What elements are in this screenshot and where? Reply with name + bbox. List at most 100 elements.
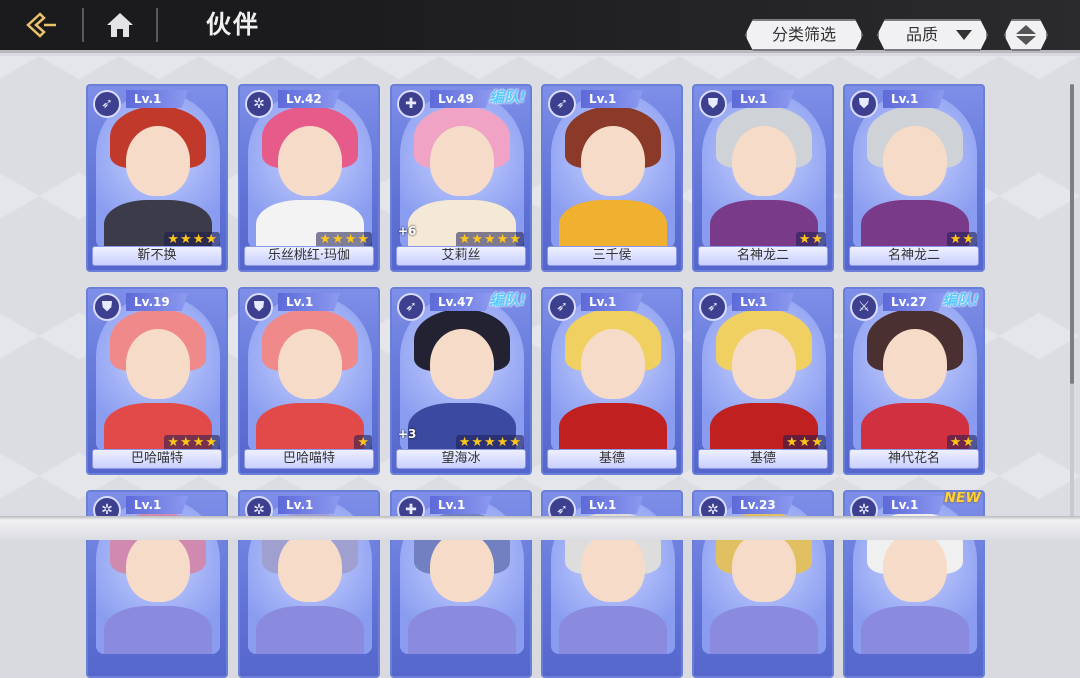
enhance-level: +3 [398, 427, 417, 441]
partner-card[interactable]: ➶ Lv.47 编队! ★ ★ ★ ★ ★ +3 望海冰 [390, 287, 532, 475]
shield-class-icon: ⛊ [93, 293, 121, 321]
portrait-face [430, 532, 494, 602]
level-badge: Lv.1 [581, 496, 643, 514]
partner-name: 三千侯 [547, 246, 677, 266]
portrait-body [861, 606, 969, 654]
level-badge: Lv.1 [581, 293, 643, 311]
portrait-face [581, 532, 645, 602]
level-badge: Lv.1 [883, 90, 945, 108]
partner-card[interactable]: ✚ Lv.49 编队! ★ ★ ★ ★ ★ +6 艾莉丝 [390, 84, 532, 272]
new-badge: NEW [944, 490, 981, 506]
partner-name: 基德 [698, 449, 828, 469]
portrait-face [278, 329, 342, 399]
shield-class-icon: ⛊ [245, 293, 273, 321]
bottom-edge [0, 516, 1080, 540]
level-badge: Lv.27 [883, 293, 945, 311]
team-badge: 编队! [489, 291, 526, 309]
level-badge: Lv.1 [126, 90, 188, 108]
partner-name: 巴哈喵特 [244, 449, 374, 469]
scrollbar[interactable] [1070, 84, 1074, 530]
portrait-face [732, 329, 796, 399]
partner-card[interactable]: ➶ Lv.1 ★ ★ ★ 基德 [692, 287, 834, 475]
bow-class-icon: ➶ [397, 293, 425, 321]
partner-card[interactable]: ➶ Lv.1 三千侯 [541, 84, 683, 272]
level-badge: Lv.1 [581, 90, 643, 108]
home-icon [107, 13, 133, 37]
bow-class-icon: ➶ [699, 293, 727, 321]
portrait-face [278, 532, 342, 602]
portrait-face [126, 532, 190, 602]
level-badge: Lv.1 [126, 496, 188, 514]
portrait-body [408, 606, 516, 654]
back-button[interactable] [14, 6, 72, 44]
partner-name: 基德 [547, 449, 677, 469]
partner-name: 乐丝桃红·玛伽 [244, 246, 374, 266]
partner-name: 靳不换 [92, 246, 222, 266]
level-badge: Lv.1 [278, 496, 340, 514]
partner-name: 名神龙二 [849, 246, 979, 266]
enhance-level: +6 [398, 224, 417, 238]
portrait-body [256, 403, 364, 451]
portrait-face [126, 329, 190, 399]
portrait-face [278, 126, 342, 196]
header-divider [156, 8, 158, 42]
portrait-face [883, 126, 947, 196]
shield-class-icon: ⛊ [699, 90, 727, 118]
level-badge: Lv.1 [883, 496, 945, 514]
partner-name: 艾莉丝 [396, 246, 526, 266]
portrait-body [710, 606, 818, 654]
portrait-face [883, 329, 947, 399]
sort-toggle-button[interactable] [1004, 19, 1048, 51]
partner-name: 望海冰 [396, 449, 526, 469]
portrait-face [883, 532, 947, 602]
back-arrow-icon [26, 12, 56, 38]
level-badge: Lv.1 [732, 293, 794, 311]
level-badge: Lv.1 [732, 90, 794, 108]
quality-label: 品质 [906, 25, 939, 44]
portrait-body [104, 606, 212, 654]
partner-name: 神代花名 [849, 449, 979, 469]
attack-class-icon: ⚔ [850, 293, 878, 321]
filter-button[interactable]: 分类筛选 [745, 19, 863, 51]
level-badge: Lv.1 [430, 496, 492, 514]
portrait-body [559, 403, 667, 451]
portrait-body [559, 606, 667, 654]
scrollbar-thumb[interactable] [1070, 84, 1074, 384]
partner-card[interactable]: ⛊ Lv.1 ★ ★ 名神龙二 [843, 84, 985, 272]
portrait-face [430, 126, 494, 196]
portrait-body [559, 200, 667, 248]
partner-card[interactable]: ➶ Lv.1 ★ ★ ★ ★ 靳不换 [86, 84, 228, 272]
partner-card[interactable]: ⛊ Lv.19 ★ ★ ★ ★ 巴哈喵特 [86, 287, 228, 475]
portrait-face [732, 532, 796, 602]
portrait-face [581, 126, 645, 196]
team-badge: 编队! [489, 88, 526, 106]
home-button[interactable] [94, 6, 146, 44]
partner-card[interactable]: ⚔ Lv.27 编队! ★ ★ 神代花名 [843, 287, 985, 475]
level-badge: Lv.47 [430, 293, 492, 311]
bow-class-icon: ➶ [93, 90, 121, 118]
team-badge: 编队! [942, 291, 979, 309]
heal-class-icon: ✚ [397, 90, 425, 118]
level-badge: Lv.42 [278, 90, 340, 108]
level-badge: Lv.1 [278, 293, 340, 311]
partner-card[interactable]: ⛊ Lv.1 ★ 巴哈喵特 [238, 287, 380, 475]
partner-card[interactable]: ➶ Lv.1 基德 [541, 287, 683, 475]
sort-toggle-icon [1006, 21, 1046, 49]
partner-card[interactable]: ⛊ Lv.1 ★ ★ 名神龙二 [692, 84, 834, 272]
bow-class-icon: ➶ [548, 90, 576, 118]
partner-name: 巴哈喵特 [92, 449, 222, 469]
level-badge: Lv.23 [732, 496, 794, 514]
partner-card[interactable]: ✲ Lv.42 ★ ★ ★ ★ 乐丝桃红·玛伽 [238, 84, 380, 272]
level-badge: Lv.49 [430, 90, 492, 108]
partner-name: 名神龙二 [698, 246, 828, 266]
header-divider [82, 8, 84, 42]
quality-dropdown[interactable]: 品质 [877, 19, 988, 51]
spirit-class-icon: ✲ [245, 90, 273, 118]
portrait-body [256, 606, 364, 654]
portrait-face [732, 126, 796, 196]
bow-class-icon: ➶ [548, 293, 576, 321]
level-badge: Lv.19 [126, 293, 188, 311]
portrait-face [430, 329, 494, 399]
portrait-face [581, 329, 645, 399]
page-title: 伙伴 [206, 10, 261, 39]
